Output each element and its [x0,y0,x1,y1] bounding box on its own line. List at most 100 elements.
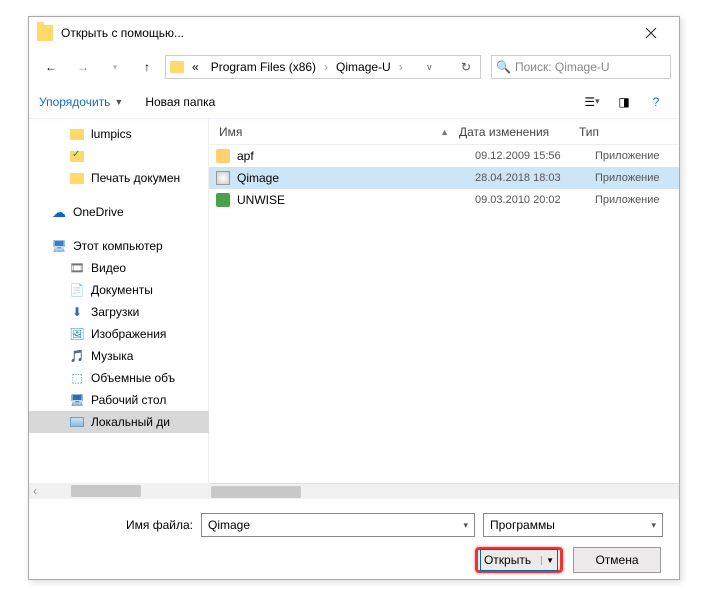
tree-item-label: Изображения [91,327,166,341]
file-row[interactable]: apf 09.12.2009 15:56 Приложение [209,145,679,167]
search-placeholder: Поиск: Qimage-U [515,60,610,74]
body: lumpics ✓ Печать докумен ☁ OneDrive 🖥 Эт… [29,119,679,499]
breadcrumb-prefix: « [188,58,203,76]
file-date: 09.12.2009 15:56 [475,150,595,162]
tree-item-label: Видео [91,261,126,275]
file-type: Приложение [595,172,679,184]
video-icon: 🎞 [69,260,85,276]
open-button[interactable]: Открыть ▼ [475,547,563,573]
tree-item-label: Этот компьютер [73,239,163,253]
preview-pane-button[interactable]: ◨ [611,91,637,113]
cloud-icon: ☁ [51,204,67,220]
back-button[interactable]: ← [37,53,65,81]
tree-item[interactable]: 🎵 Музыка [29,345,209,367]
tree-item-label: Документы [91,283,153,297]
filetype-filter[interactable]: Программы ▾ [483,513,663,537]
chevron-right-icon: › [324,60,328,74]
open-label: Открыть [484,553,531,567]
tree-item[interactable]: Локальный ди [29,411,209,433]
scroll-thumb[interactable] [211,486,301,498]
organize-label: Упорядочить [39,95,110,109]
tree-item-label: Загрузки [91,305,139,319]
organize-menu[interactable]: Упорядочить ▼ [39,95,123,109]
chevron-down-icon[interactable]: ▾ [651,520,656,531]
col-name[interactable]: Имя▲ [209,125,459,139]
tree-item-label: Объемные объ [91,371,175,385]
app2-icon [215,170,231,186]
close-icon [645,27,657,39]
file-date: 09.03.2010 20:02 [475,194,595,206]
file-name: UNWISE [237,193,475,207]
help-button[interactable]: ? [643,91,669,113]
pane-icon: ◨ [618,95,629,109]
chevron-down-icon[interactable]: ▾ [463,520,468,531]
navbar: ← → ▾ ↑ « Program Files (x86) › Qimage-U… [29,49,679,85]
help-icon: ? [653,95,660,109]
search-input[interactable]: 🔍 Поиск: Qimage-U [491,55,671,79]
file-list: Имя▲ Дата изменения Тип apf 09.12.2009 1… [209,119,679,499]
tree-scrollbar[interactable]: ‹ [29,483,208,499]
tree-item-label: lumpics [91,127,132,141]
breadcrumb-seg[interactable]: Program Files (x86) [207,58,320,76]
window-title: Открыть с помощью... [61,26,631,40]
tree-item-label: Музыка [91,349,133,363]
tree-wrap: lumpics ✓ Печать докумен ☁ OneDrive 🖥 Эт… [29,119,209,499]
filename-label: Имя файла: [45,518,193,532]
view-icon: ☰ [584,95,595,109]
file-type: Приложение [595,150,679,162]
sort-asc-icon: ▲ [440,127,449,137]
file-row[interactable]: UNWISE 09.03.2010 20:02 Приложение [209,189,679,211]
close-button[interactable] [631,19,671,47]
new-folder-button[interactable]: Новая папка [145,95,215,109]
folder-icon [69,170,85,186]
pc-icon: 🖥 [51,238,67,254]
forward-button[interactable]: → [69,53,97,81]
list-scrollbar[interactable] [209,483,679,499]
file-name: apf [237,149,475,163]
footer: Имя файла: Qimage ▾ Программы ▾ Открыть ▼… [29,499,679,573]
tree-item[interactable]: 📄 Документы [29,279,209,301]
chevron-right-icon: › [399,60,403,74]
filename-input[interactable]: Qimage ▾ [201,513,475,537]
filter-value: Программы [490,518,555,532]
search-icon: 🔍 [496,60,511,74]
desk-icon: 🖥 [69,392,85,408]
col-date[interactable]: Дата изменения [459,125,579,139]
tree-item[interactable]: ✓ [29,145,209,167]
tree-item[interactable]: 🖥 Рабочий стол [29,389,209,411]
doc-icon: 📄 [69,282,85,298]
tree-item[interactable]: 🖥 Этот компьютер [29,235,209,257]
tree-item-label: Локальный ди [91,415,170,429]
folder-check-icon: ✓ [69,148,85,164]
filename-value: Qimage [208,518,250,532]
file-row[interactable]: Qimage 28.04.2018 18:03 Приложение [209,167,679,189]
chevron-down-icon: ▼ [541,556,554,565]
tree-item[interactable]: ☁ OneDrive [29,201,209,223]
recent-dropdown[interactable]: ▾ [101,53,129,81]
folder-icon [69,126,85,142]
tree-item[interactable]: ⬚ Объемные объ [29,367,209,389]
file-type: Приложение [595,194,679,206]
tree-item[interactable]: 🎞 Видео [29,257,209,279]
tree-item-label: Печать докумен [91,171,180,185]
list-header: Имя▲ Дата изменения Тип [209,119,679,145]
up-button[interactable]: ↑ [133,53,161,81]
refresh-button[interactable]: ↻ [456,60,476,74]
app1-icon [215,148,231,164]
tree-item[interactable]: Печать докумен [29,167,209,189]
folder-icon [37,25,53,41]
breadcrumb-seg[interactable]: Qimage-U [332,58,395,76]
address-bar[interactable]: « Program Files (x86) › Qimage-U › v ↻ [165,55,481,79]
tree-item[interactable]: ⬇ Загрузки [29,301,209,323]
nav-tree[interactable]: lumpics ✓ Печать докумен ☁ OneDrive 🖥 Эт… [29,119,209,483]
tree-item[interactable]: 🖼 Изображения [29,323,209,345]
folder-icon [170,61,184,73]
addr-dropdown[interactable]: v [419,62,439,72]
col-type[interactable]: Тип [579,125,679,139]
titlebar: Открыть с помощью... [29,17,679,49]
cancel-button[interactable]: Отмена [573,547,661,573]
tree-item[interactable]: lumpics [29,123,209,145]
view-button[interactable]: ☰▾ [579,91,605,113]
scroll-thumb[interactable] [71,485,141,497]
tree-item-label: Рабочий стол [91,393,166,407]
